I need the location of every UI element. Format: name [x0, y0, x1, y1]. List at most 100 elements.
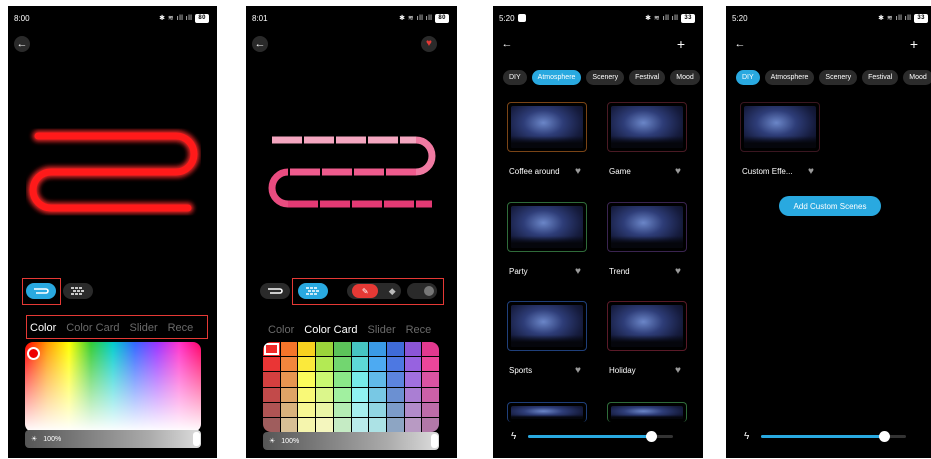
- color-swatch[interactable]: [280, 342, 298, 357]
- heart-icon[interactable]: ♥: [575, 267, 585, 277]
- color-swatch[interactable]: [333, 402, 351, 417]
- scene-thumb-partial[interactable]: [607, 402, 687, 422]
- back-arrow-icon[interactable]: ←: [252, 36, 268, 52]
- heart-icon[interactable]: ♥: [808, 167, 818, 177]
- color-swatch[interactable]: [422, 417, 439, 432]
- chip-diy[interactable]: DIY: [736, 70, 760, 85]
- color-swatch[interactable]: [369, 402, 386, 417]
- brightness-slider[interactable]: ☀ 100%: [25, 430, 201, 448]
- color-swatch[interactable]: [422, 342, 439, 357]
- scene-thumb-trend[interactable]: [607, 202, 687, 252]
- color-swatch[interactable]: [386, 417, 404, 432]
- scene-thumb-coffee[interactable]: [507, 102, 587, 152]
- chip-atmosphere[interactable]: Atmosphere: [531, 70, 582, 85]
- color-swatch[interactable]: [263, 342, 280, 357]
- speed-thumb[interactable]: [646, 430, 658, 442]
- color-swatch[interactable]: [263, 357, 280, 372]
- color-swatch[interactable]: [263, 372, 280, 387]
- speed-slider[interactable]: ϟ: [744, 430, 906, 442]
- color-swatch[interactable]: [316, 417, 333, 432]
- chip-festival[interactable]: Festival: [862, 70, 899, 85]
- add-plus-icon[interactable]: +: [673, 36, 689, 52]
- color-wheel-palette[interactable]: [25, 342, 201, 432]
- color-picker-handle[interactable]: [27, 347, 40, 360]
- single-strip-mode-button[interactable]: [260, 283, 290, 299]
- color-swatch[interactable]: [369, 342, 386, 357]
- heart-icon[interactable]: ♥: [675, 267, 685, 277]
- speed-slider[interactable]: ϟ: [511, 430, 673, 442]
- heart-icon[interactable]: ♥: [675, 167, 685, 177]
- color-swatch[interactable]: [298, 387, 316, 402]
- color-swatch[interactable]: [263, 417, 280, 432]
- color-swatch[interactable]: [386, 357, 404, 372]
- scene-thumb-holiday[interactable]: [607, 301, 687, 351]
- color-swatch[interactable]: [404, 342, 422, 357]
- color-swatch[interactable]: [333, 372, 351, 387]
- color-swatch[interactable]: [404, 387, 422, 402]
- chip-mood[interactable]: Mood: [670, 70, 700, 85]
- color-swatch[interactable]: [369, 417, 386, 432]
- color-swatch[interactable]: [422, 357, 439, 372]
- color-swatch[interactable]: [316, 387, 333, 402]
- color-swatch[interactable]: [316, 402, 333, 417]
- color-swatch[interactable]: [369, 372, 386, 387]
- brightness-knob[interactable]: [193, 432, 200, 446]
- chip-scenery[interactable]: Scenery: [586, 70, 625, 85]
- color-swatch[interactable]: [386, 372, 404, 387]
- color-swatch[interactable]: [333, 387, 351, 402]
- color-swatch[interactable]: [298, 342, 316, 357]
- brightness-slider[interactable]: ☀ 100%: [263, 432, 439, 450]
- scene-thumb-custom[interactable]: [740, 102, 820, 152]
- scene-thumb-game[interactable]: [607, 102, 687, 152]
- color-swatch[interactable]: [386, 402, 404, 417]
- tab-recent[interactable]: Rece: [406, 324, 432, 336]
- scene-thumb-sports[interactable]: [507, 301, 587, 351]
- heart-icon[interactable]: ♥: [575, 167, 585, 177]
- color-swatch[interactable]: [404, 402, 422, 417]
- color-swatch[interactable]: [316, 342, 333, 357]
- color-swatch[interactable]: [298, 357, 316, 372]
- color-swatch[interactable]: [316, 372, 333, 387]
- chip-atmosphere[interactable]: Atmosphere: [764, 70, 815, 85]
- color-swatch[interactable]: [263, 402, 280, 417]
- speed-track[interactable]: [528, 430, 673, 442]
- color-swatch[interactable]: [404, 372, 422, 387]
- brightness-knob[interactable]: [431, 434, 438, 448]
- color-swatch[interactable]: [280, 402, 298, 417]
- back-arrow-icon[interactable]: ←: [499, 36, 515, 52]
- speed-track[interactable]: [761, 430, 906, 442]
- chip-mood[interactable]: Mood: [903, 70, 931, 85]
- color-swatch[interactable]: [422, 402, 439, 417]
- color-swatch[interactable]: [404, 357, 422, 372]
- color-swatch[interactable]: [404, 417, 422, 432]
- color-swatch[interactable]: [351, 387, 369, 402]
- color-swatch[interactable]: [280, 372, 298, 387]
- color-swatch[interactable]: [333, 342, 351, 357]
- scene-thumb-partial[interactable]: [507, 402, 587, 422]
- color-swatch[interactable]: [316, 357, 333, 372]
- color-swatch[interactable]: [351, 417, 369, 432]
- back-arrow-icon[interactable]: ←: [14, 36, 30, 52]
- color-swatch[interactable]: [333, 357, 351, 372]
- chip-scenery[interactable]: Scenery: [819, 70, 858, 85]
- color-swatch[interactable]: [351, 372, 369, 387]
- color-swatch[interactable]: [386, 342, 404, 357]
- color-swatch[interactable]: [333, 417, 351, 432]
- chip-diy[interactable]: DIY: [503, 70, 527, 85]
- scene-thumb-party[interactable]: [507, 202, 587, 252]
- favorite-heart-icon[interactable]: ♥: [421, 36, 437, 52]
- color-swatch[interactable]: [351, 342, 369, 357]
- segment-mode-button[interactable]: [63, 283, 93, 299]
- tab-slider[interactable]: Slider: [367, 324, 395, 336]
- color-swatch[interactable]: [263, 387, 280, 402]
- speed-thumb[interactable]: [879, 430, 891, 442]
- color-swatch[interactable]: [298, 417, 316, 432]
- heart-icon[interactable]: ♥: [675, 366, 685, 376]
- color-swatch[interactable]: [298, 372, 316, 387]
- add-plus-icon[interactable]: +: [906, 36, 922, 52]
- color-swatch[interactable]: [369, 357, 386, 372]
- add-custom-scenes-button[interactable]: Add Custom Scenes: [779, 196, 881, 216]
- color-swatch[interactable]: [351, 357, 369, 372]
- color-swatch[interactable]: [369, 387, 386, 402]
- color-swatch[interactable]: [298, 402, 316, 417]
